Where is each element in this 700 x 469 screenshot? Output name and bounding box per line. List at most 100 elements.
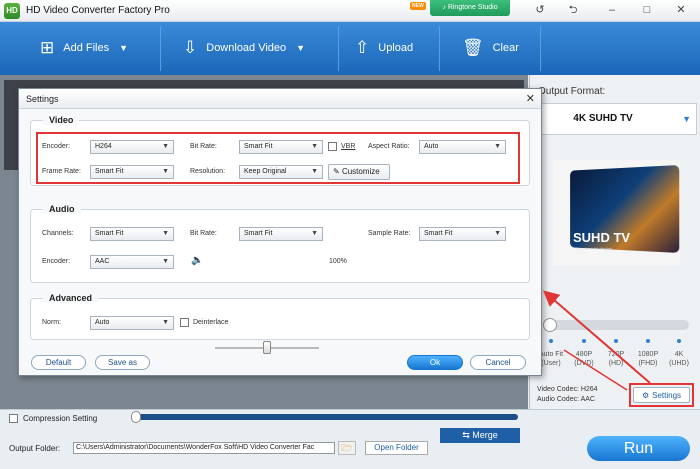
merge-button[interactable]: ⇆ Merge	[440, 428, 520, 443]
chevron-down-icon[interactable]: ▼	[682, 114, 691, 124]
slider-tick	[549, 339, 553, 343]
sample-rate-label: Sample Rate:	[368, 230, 411, 237]
audio-bitrate-select[interactable]: Smart Fit ▼	[239, 227, 323, 241]
upload-label: Upload	[378, 42, 414, 54]
resolution-top: 4K	[674, 351, 684, 358]
advanced-group: Advanced Norm: Auto ▼ Deinterlace	[30, 293, 530, 340]
download-icon: ⇩	[183, 38, 198, 57]
volume-icon: 🔈	[191, 255, 204, 266]
chevron-down-icon: ▼	[311, 168, 318, 175]
resolution-label: 4K (UHD)	[662, 350, 696, 368]
maximize-button[interactable]: □	[636, 2, 658, 18]
resolution-slider[interactable]	[543, 318, 689, 332]
audio-encoder-select[interactable]: AAC ▼	[90, 255, 174, 269]
frame-rate-select[interactable]: Smart Fit ▼	[90, 165, 174, 179]
group-title: Audio	[43, 204, 81, 214]
compression-label: Compression Setting	[23, 414, 98, 423]
tv-sub-text: Quantum dot display	[575, 246, 612, 251]
default-button[interactable]: Default	[31, 355, 86, 370]
slider-knob[interactable]	[543, 318, 557, 332]
deinterlace-checkbox[interactable]	[180, 318, 189, 327]
aspect-ratio-select[interactable]: Auto ▼	[419, 140, 506, 154]
dialog-title: Settings	[26, 94, 59, 104]
slider-tick	[614, 339, 618, 343]
settings-button[interactable]: ⚙ Settings	[633, 387, 690, 403]
resolution-top: 1080P	[637, 351, 659, 358]
bitrate-select[interactable]: Smart Fit ▼	[239, 140, 323, 154]
encoder-select[interactable]: H264 ▼	[90, 140, 174, 154]
compression-checkbox[interactable]	[9, 414, 18, 423]
aspect-ratio-value: Auto	[424, 143, 439, 150]
toolbar-divider	[338, 26, 339, 71]
audio-group: Audio Channels: Smart Fit ▼ Bit Rate: Sma…	[30, 204, 530, 283]
chevron-down-icon: ▼	[311, 143, 318, 150]
toolbar-divider	[439, 26, 440, 71]
open-folder-button[interactable]: Open Folder	[365, 441, 428, 455]
back-icon[interactable]: ⮌	[562, 2, 584, 18]
ok-button[interactable]: Ok	[407, 355, 463, 370]
customize-button[interactable]: ✎ Customize	[328, 164, 390, 180]
vbr-checkbox[interactable]	[328, 142, 337, 151]
sample-rate-value: Smart Fit	[424, 230, 453, 237]
chevron-down-icon: ▼	[162, 258, 169, 265]
resolution-label: Resolution:	[190, 168, 226, 175]
add-files-button[interactable]: ⊞ Add Files ▼	[40, 32, 128, 64]
video-codec-text: Video Codec: H264	[537, 386, 598, 393]
audio-codec-text: Audio Codec: AAC	[537, 396, 595, 403]
norm-select[interactable]: Auto ▼	[90, 316, 174, 330]
main-toolbar: ⊞ Add Files ▼ ⇩ Download Video ▼ ⇧ Upload 🗑 Cl…	[0, 22, 700, 75]
slider-tick	[646, 339, 650, 343]
frame-rate-label: Frame Rate:	[42, 168, 81, 175]
resolution-bottom: (UHD)	[669, 360, 689, 367]
close-icon[interactable]: ✕	[526, 92, 535, 105]
merge-icon: ⇆	[462, 430, 473, 440]
sample-rate-select[interactable]: Smart Fit ▼	[419, 227, 506, 241]
ringtone-studio-button[interactable]: ♪ Ringtone Studio	[430, 0, 510, 16]
chevron-down-icon[interactable]: ▼	[296, 43, 305, 53]
resolution-select[interactable]: Keep Original ▼	[239, 165, 323, 179]
chevron-down-icon: ▼	[494, 143, 501, 150]
chevron-down-icon: ▼	[311, 230, 318, 237]
chevron-down-icon[interactable]: ▼	[119, 43, 128, 53]
add-file-icon: ⊞	[40, 38, 55, 57]
folder-icon[interactable]: 🗁	[338, 441, 356, 455]
upload-button[interactable]: ⇧ Upload	[355, 32, 413, 64]
group-title: Video	[43, 115, 80, 125]
tv-brand-text: SUHD TV	[573, 230, 631, 245]
audio-bitrate-value: Smart Fit	[244, 230, 273, 237]
audio-encoder-value: AAC	[95, 258, 110, 265]
slider-knob[interactable]	[131, 411, 141, 423]
close-button[interactable]: ✕	[670, 2, 692, 18]
audio-encoder-label: Encoder:	[42, 258, 71, 265]
output-folder-input[interactable]: C:\Users\Administrator\Documents\WonderF…	[73, 442, 335, 454]
norm-value: Auto	[95, 319, 110, 326]
cancel-button[interactable]: Cancel	[470, 355, 526, 370]
clear-button[interactable]: 🗑 Clear	[462, 32, 519, 64]
compression-slider[interactable]	[131, 411, 518, 423]
refresh-icon[interactable]: ↺	[529, 2, 551, 18]
slider-tick	[582, 339, 586, 343]
volume-knob[interactable]	[263, 341, 271, 354]
bitrate-value: Smart Fit	[244, 143, 273, 150]
download-video-button[interactable]: ⇩ Download Video ▼	[183, 32, 305, 64]
encoder-label: Encoder:	[42, 143, 71, 150]
run-button[interactable]: Run	[587, 436, 690, 461]
minimize-button[interactable]: –	[601, 2, 623, 18]
app-title: HD Video Converter Factory Pro	[26, 5, 170, 16]
output-format-label: Output Format:	[538, 86, 606, 97]
format-value: 4K SUHD TV	[573, 113, 633, 124]
gear-icon: ⚙	[641, 390, 650, 400]
resolution-top: 720P	[607, 351, 625, 358]
resolution-top: 480P	[575, 351, 593, 358]
tv-preview-image: SUHD TV Quantum dot display	[553, 160, 680, 265]
resolution-bottom: (HD)	[608, 360, 624, 367]
save-as-button[interactable]: Save as	[95, 355, 150, 370]
vbr-label: VBR	[341, 143, 356, 150]
chevron-down-icon: ▼	[162, 319, 169, 326]
toolbar-divider	[540, 26, 541, 71]
chevron-down-icon: ▼	[494, 230, 501, 237]
encoder-value: H264	[95, 143, 112, 150]
format-selector[interactable]: 4K SUHD TV ▼	[532, 103, 697, 135]
chevron-down-icon: ▼	[162, 168, 169, 175]
channels-select[interactable]: Smart Fit ▼	[90, 227, 174, 241]
